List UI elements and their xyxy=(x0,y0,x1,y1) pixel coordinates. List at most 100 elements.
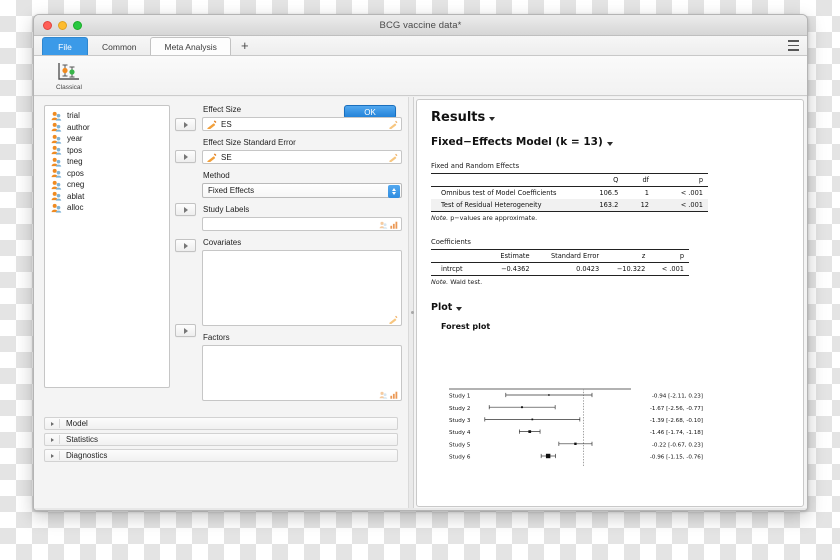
forest-value-label: -1.46 [-1.74, -1.18] xyxy=(650,430,703,436)
chevron-right-icon xyxy=(45,422,59,426)
collapsible-sections: Model Statistics Diagnostics xyxy=(44,417,402,462)
nominal-icon xyxy=(51,145,62,155)
results-heading[interactable]: Results xyxy=(431,110,791,125)
list-item[interactable]: ablat xyxy=(45,191,169,202)
assign-covariates-button[interactable] xyxy=(175,239,196,252)
ribbon-bar: Classical xyxy=(34,56,807,96)
chevron-down-icon[interactable] xyxy=(456,307,463,311)
covariates-type-hint xyxy=(388,315,398,324)
scale-icon xyxy=(389,153,398,162)
forest-value-label: -0.96 [-1.15, -0.76] xyxy=(650,455,703,461)
minimize-button[interactable] xyxy=(58,20,67,30)
fixed-random-effects-block: Fixed and Random Effects Q df p Omnibus … xyxy=(431,162,791,222)
column-header xyxy=(431,249,488,263)
section-model[interactable]: Model xyxy=(44,417,398,430)
forest-plot: Study 1 -0.94 [-2.11, 0.23] Study 2 -1.67 [… xyxy=(431,387,791,483)
list-item[interactable]: tneg xyxy=(45,156,169,167)
note-prefix: Note. xyxy=(431,214,449,222)
variable-name: cneg xyxy=(67,180,85,189)
variable-name: tpos xyxy=(67,145,83,155)
assign-effect-size-button[interactable] xyxy=(175,118,196,131)
chevron-updown-icon[interactable] xyxy=(388,185,400,198)
chevron-down-icon[interactable] xyxy=(606,141,613,146)
cell-q: 163.2 xyxy=(575,199,624,212)
note-text: Wald test. xyxy=(448,278,483,286)
cell-se: 0.0423 xyxy=(534,262,605,276)
close-button[interactable] xyxy=(43,20,52,30)
cell-label: intrcpt xyxy=(431,262,488,276)
list-item[interactable]: author xyxy=(45,122,169,133)
list-item[interactable]: cneg xyxy=(45,179,169,190)
nominal-icon xyxy=(51,168,62,178)
column-header: p xyxy=(654,173,708,187)
list-item[interactable]: trial xyxy=(45,110,169,121)
list-menu-icon[interactable] xyxy=(787,40,799,51)
effect-size-se-field[interactable]: SE xyxy=(202,150,402,164)
plot-heading[interactable]: Plot xyxy=(431,302,791,313)
table-note: Note. Wald test. xyxy=(431,278,791,286)
table-row: Omnibus test of Model Coefficients 106.5… xyxy=(431,187,708,200)
study-labels-field[interactable] xyxy=(202,217,402,231)
cell-z: −10.322 xyxy=(604,262,651,276)
ribbon-tab-strip: File Common Meta Analysis + xyxy=(34,36,807,56)
assign-buttons-column xyxy=(170,105,200,408)
results-heading-label: Results xyxy=(431,110,486,125)
nominal-icon xyxy=(51,111,62,121)
forest-study-label: Study 1 xyxy=(449,394,471,400)
assign-effect-size-se-button[interactable] xyxy=(175,150,196,163)
column-header: Standard Error xyxy=(534,249,605,263)
fields-column: OK Effect Size ES Effect Size Standard E… xyxy=(200,105,402,408)
variable-name: trial xyxy=(67,111,80,120)
list-item[interactable]: alloc xyxy=(45,202,169,213)
variable-name: author xyxy=(67,122,90,132)
ribbon-item-classical[interactable]: Classical xyxy=(46,61,92,91)
coefficients-table: Estimate Standard Error z p intrcpt −0.4… xyxy=(431,249,689,276)
variables-list[interactable]: trial author year tpos tneg cpos cneg ab… xyxy=(44,105,170,388)
factors-label: Factors xyxy=(203,333,230,342)
forest-plot-subtitle: Forest plot xyxy=(441,322,491,331)
forest-study-label: Study 4 xyxy=(449,430,471,436)
window-title: BCG vaccine data* xyxy=(379,19,462,31)
assign-factors-button[interactable] xyxy=(175,324,196,337)
tab-file[interactable]: File xyxy=(42,37,88,55)
section-label: Diagnostics xyxy=(66,451,108,460)
tab-add-module[interactable]: + xyxy=(231,37,259,55)
title-bar: BCG vaccine data* xyxy=(34,15,807,36)
covariates-field[interactable] xyxy=(202,250,402,326)
forest-value-label: -1.67 [-2.56, -0.77] xyxy=(650,406,703,412)
table-row: Test of Residual Heterogeneity 163.2 12 … xyxy=(431,199,708,212)
variable-name: cpos xyxy=(67,168,84,178)
scale-icon xyxy=(207,119,217,129)
tab-meta-analysis[interactable]: Meta Analysis xyxy=(150,37,231,55)
list-item[interactable]: tpos xyxy=(45,145,169,156)
cell-label: Test of Residual Heterogeneity xyxy=(431,199,576,212)
fixed-random-effects-table: Q df p Omnibus test of Model Coefficient… xyxy=(431,173,708,212)
section-label: Statistics xyxy=(66,435,99,444)
forest-study-label: Study 3 xyxy=(449,418,471,424)
assign-study-labels-button[interactable] xyxy=(175,203,196,216)
table-caption: Fixed and Random Effects xyxy=(431,162,520,170)
section-statistics[interactable]: Statistics xyxy=(44,433,398,446)
forest-study-label: Study 2 xyxy=(449,406,471,412)
panel-splitter[interactable] xyxy=(408,97,414,510)
section-diagnostics[interactable]: Diagnostics xyxy=(44,449,398,462)
model-heading-label: Fixed−Effects Model (k = 13) xyxy=(431,136,603,148)
column-header: p xyxy=(650,249,689,263)
ordinal-icon xyxy=(390,221,398,229)
effect-size-field[interactable]: ES xyxy=(202,117,402,131)
variable-name: year xyxy=(67,134,83,143)
cell-p: < .001 xyxy=(680,189,703,197)
cell-q: 106.5 xyxy=(599,189,619,197)
list-item[interactable]: cpos xyxy=(45,168,169,179)
factors-field[interactable] xyxy=(202,345,402,401)
section-label: Model xyxy=(66,419,88,428)
model-heading[interactable]: Fixed−Effects Model (k = 13) xyxy=(431,136,791,148)
method-dropdown[interactable]: Fixed Effects xyxy=(202,183,402,198)
tab-common[interactable]: Common xyxy=(88,37,150,55)
chevron-down-icon[interactable] xyxy=(489,117,496,121)
effect-size-type-hint xyxy=(388,120,398,129)
nominal-icon xyxy=(51,203,62,213)
list-item[interactable]: year xyxy=(45,133,169,144)
effect-size-se-value: SE xyxy=(221,152,232,162)
zoom-button[interactable] xyxy=(73,20,82,30)
